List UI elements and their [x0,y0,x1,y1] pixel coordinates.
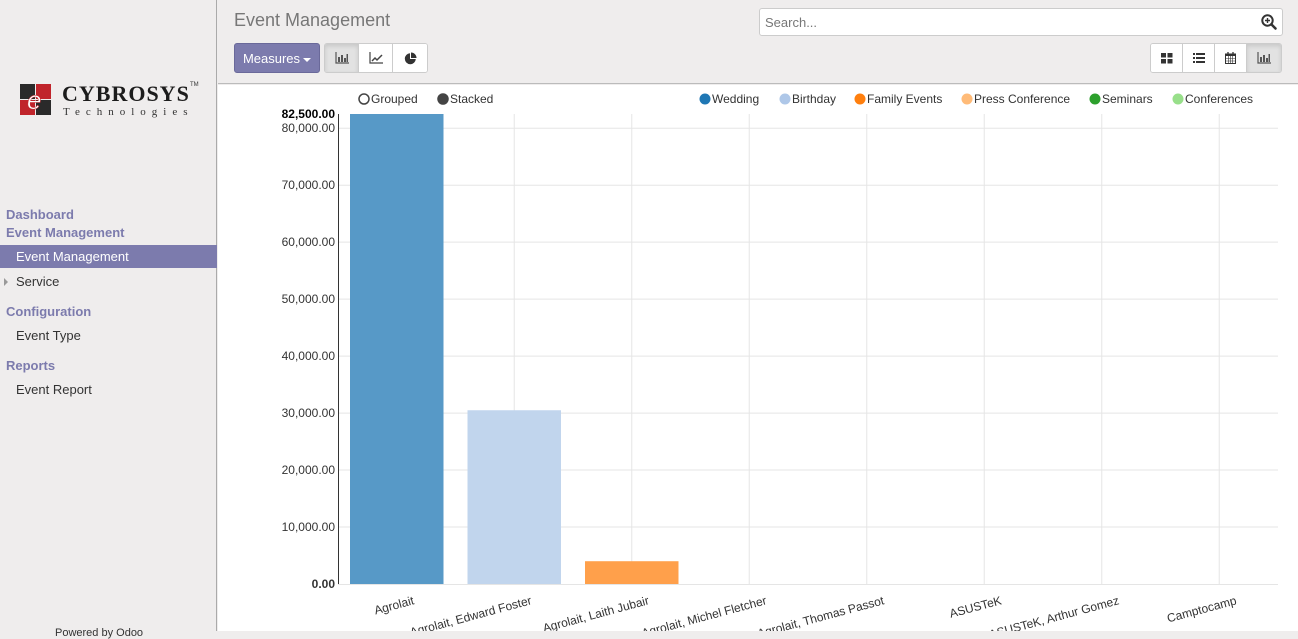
powered-by-footer[interactable]: Powered by Odoo [55,627,143,639]
company-logo[interactable]: e CYBROSYS TM Technologies [20,81,200,122]
legend-dot-icon [1089,93,1101,105]
view-switcher [1150,43,1282,73]
legend-label: Seminars [1102,92,1153,106]
sidebar-item-event-report[interactable]: Event Report [0,378,217,401]
logo-name: CYBROSYS [62,81,190,106]
y-tick-label: 20,000.00 [282,463,336,477]
list-icon [1192,53,1205,63]
nav-section-reports: Reports [6,358,56,373]
bar-chart-button[interactable] [325,44,359,72]
mode-option-stacked[interactable]: Stacked [437,92,493,106]
sidebar-item-event-type[interactable]: Event Type [0,324,217,347]
calendar-view-button[interactable] [1215,44,1247,72]
legend-item-wedding[interactable]: Wedding [699,92,760,106]
measures-button[interactable]: Measures [234,43,320,73]
bar-family-events[interactable] [585,561,679,584]
x-tick-label: Agrolait, Edward Foster [408,593,533,631]
legend-item-seminars[interactable]: Seminars [1089,92,1153,106]
legend: Wedding Birthday Family Events Press Confer… [699,92,1254,106]
control-panel: Event Management Measures [218,0,1298,84]
line-chart-icon [368,52,383,64]
page-title: Event Management [234,10,391,30]
legend-dot-icon [1172,93,1184,105]
chart-area: 0.00 10,000.00 20,000.00 30,000.00 40,000.00… [218,85,1298,639]
sidebar-item-label: Service [16,274,60,289]
radio-filled-icon [437,93,449,105]
x-tick-label: Agrolait, Michel Fletcher [640,593,768,631]
legend-item-conferences[interactable]: Conferences [1172,92,1254,106]
bar-wedding[interactable] [350,114,444,584]
legend-dot-icon [779,93,791,105]
y-tick-label: 60,000.00 [282,235,336,249]
legend-label: Family Events [867,92,942,106]
legend-item-press-conference[interactable]: Press Conference [961,92,1071,106]
legend-label: Wedding [712,92,759,106]
sidebar-item-label: Event Type [16,328,81,343]
y-tick-label: 0.00 [312,577,336,591]
graph-icon [1257,52,1271,64]
legend-item-family-events[interactable]: Family Events [854,92,943,106]
pie-chart-button[interactable] [393,44,427,72]
legend-item-birthday[interactable]: Birthday [779,92,837,106]
y-tick-label: 70,000.00 [282,178,336,192]
x-tick-label: ASUSTeK [948,593,1003,620]
kanban-icon [1160,52,1172,63]
svg-text:e: e [27,87,41,113]
search-icon[interactable] [1261,14,1277,30]
legend-dot-icon [961,93,973,105]
chart-controls: Grouped Stacked [358,92,493,106]
nav-section-dashboard[interactable]: Dashboard [6,207,74,222]
legend-label: Birthday [792,92,836,106]
nav-section-configuration: Configuration [6,304,92,319]
x-tick-label: Camptocamp [1165,593,1238,625]
chart-mode-switcher [324,43,428,73]
logo-subtitle: Technologies [63,106,194,118]
x-tick-label: Agrolait, Laith Jubair [541,593,650,631]
graph-view-button[interactable] [1247,44,1281,72]
y-max-label: 82,500.00 [282,107,336,121]
bar-birthday[interactable] [467,410,562,584]
caret-down-icon [303,57,312,62]
y-axis: 0.00 10,000.00 20,000.00 30,000.00 40,000.00… [282,107,339,591]
x-tick-label: ASUSTeK, Arthur Gomez [987,593,1120,631]
x-axis: AgrolaitAgrolait, Edward Foster Agrolait,… [373,593,1239,639]
nav-section-event-management[interactable]: Event Management [6,225,124,240]
bar-chart: 0.00 10,000.00 20,000.00 30,000.00 40,000.00… [282,92,1278,639]
mode-option-grouped[interactable]: Grouped [358,92,418,106]
y-tick-label: 80,000.00 [282,121,336,135]
legend-label: Conferences [1185,92,1253,106]
y-tick-label: 30,000.00 [282,406,336,420]
sidebar-item-event-management[interactable]: Event Management [0,245,217,268]
list-view-button[interactable] [1183,44,1215,72]
sidebar-item-service[interactable]: Service [0,270,217,293]
mode-option-label: Stacked [450,92,493,106]
calendar-icon [1225,52,1236,64]
legend-label: Press Conference [974,92,1070,106]
measures-label: Measures [242,51,301,66]
y-tick-label: 10,000.00 [282,520,336,534]
cybrosys-logo-icon: e [20,84,52,116]
mode-option-label: Grouped [371,92,418,106]
legend-dot-icon [699,93,711,105]
sidebar-item-label: Event Management [16,249,129,264]
bar-chart-icon [334,52,349,64]
x-tick-label: Agrolait [373,593,417,617]
y-tick-label: 40,000.00 [282,349,336,363]
caret-right-icon [4,278,8,286]
sidebar: e CYBROSYS TM Technologies Dashboard Eve… [0,0,217,639]
y-tick-label: 50,000.00 [282,292,336,306]
kanban-view-button[interactable] [1151,44,1183,72]
x-tick-label: Agrolait, Thomas Passot [756,593,886,631]
radio-empty-icon [358,93,370,105]
legend-dot-icon [854,93,866,105]
pie-chart-icon [404,52,416,64]
search-box [759,8,1283,36]
logo-tm: TM [190,82,199,88]
main-content: Event Management Measures Search... 0.00… [218,0,1298,639]
sidebar-item-label: Event Report [16,382,92,397]
search-input[interactable] [760,9,1240,35]
line-chart-button[interactable] [359,44,393,72]
